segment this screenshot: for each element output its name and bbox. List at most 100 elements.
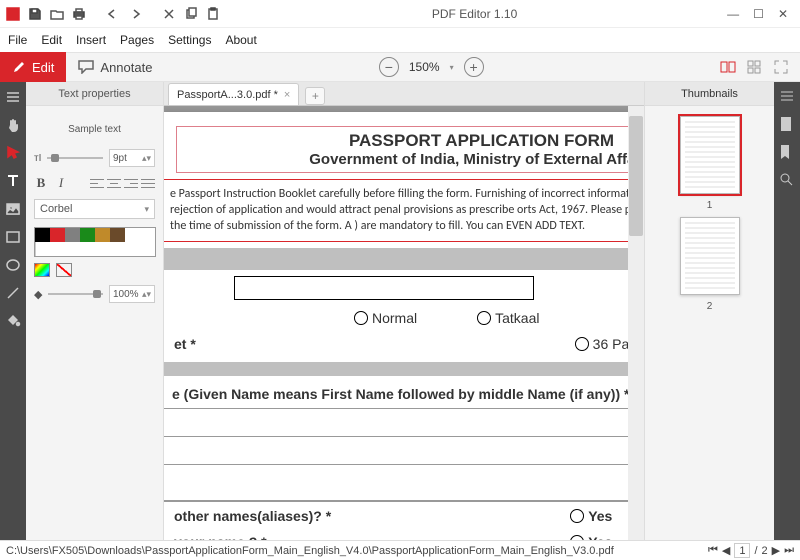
bold-button[interactable]: B: [34, 175, 48, 191]
add-tab-button[interactable]: +: [305, 87, 325, 105]
swatch[interactable]: [125, 242, 140, 256]
close-window-icon[interactable]: ✕: [778, 7, 788, 21]
menu-insert[interactable]: Insert: [76, 33, 106, 47]
hand-tool-icon[interactable]: [4, 116, 22, 134]
doc-title2: Government of India, Ministry of Externa…: [177, 151, 644, 168]
thumbnail-page-2[interactable]: [680, 217, 740, 295]
swatch[interactable]: [125, 228, 140, 242]
swatch[interactable]: [80, 242, 95, 256]
align-justify-icon[interactable]: [141, 177, 155, 189]
title-bar: PDF Editor 1.10 — ☐ ✕: [0, 0, 800, 28]
menu-toggle-icon[interactable]: [4, 88, 22, 106]
annotate-mode-button[interactable]: Annotate: [66, 60, 164, 75]
edit-mode-button[interactable]: Edit: [0, 52, 66, 82]
align-center-icon[interactable]: [107, 177, 121, 189]
page-prev-icon[interactable]: ◀: [722, 544, 730, 557]
zoom-out-button[interactable]: −: [379, 57, 399, 77]
color-picker-icon[interactable]: [34, 263, 50, 277]
form-input-line[interactable]: [164, 437, 644, 465]
vertical-scrollbar[interactable]: [628, 106, 644, 540]
thumbnail-page-1[interactable]: [680, 116, 740, 194]
minimize-icon[interactable]: —: [727, 7, 739, 21]
right-menu-icon[interactable]: [779, 88, 795, 104]
maximize-icon[interactable]: ☐: [753, 7, 764, 21]
bookmarks-icon[interactable]: [779, 144, 795, 160]
swatch[interactable]: [110, 228, 125, 242]
radio-normal[interactable]: Normal: [354, 310, 417, 326]
page-number-input[interactable]: 1: [734, 543, 750, 558]
image-tool-icon[interactable]: [4, 200, 22, 218]
radio-change-yes[interactable]: Yes: [570, 534, 612, 540]
page-next-icon[interactable]: ▶: [772, 544, 780, 557]
swatch[interactable]: [80, 228, 95, 242]
print-icon[interactable]: [70, 5, 88, 23]
copy-icon[interactable]: [182, 5, 200, 23]
redo-icon[interactable]: [126, 5, 144, 23]
main-area: Text properties Sample text ᴛI 9pt▴▾ B I…: [0, 82, 800, 540]
canvas-area: PassportA...3.0.pdf * × + PASSPORT APPLI…: [164, 82, 644, 540]
swatch[interactable]: [50, 228, 65, 242]
fontsize-slider[interactable]: [47, 157, 103, 159]
tab-label: PassportA...3.0.pdf *: [177, 89, 278, 101]
ellipse-tool-icon[interactable]: [4, 256, 22, 274]
form-input-line[interactable]: [164, 465, 644, 501]
tab-active[interactable]: PassportA...3.0.pdf * ×: [168, 83, 299, 105]
swatch[interactable]: [95, 228, 110, 242]
swatch[interactable]: [35, 242, 50, 256]
menu-file[interactable]: File: [8, 33, 27, 47]
save-icon[interactable]: [26, 5, 44, 23]
paste-icon[interactable]: [204, 5, 222, 23]
fill-tool-icon[interactable]: [4, 312, 22, 330]
menu-settings[interactable]: Settings: [168, 33, 211, 47]
swatch[interactable]: [65, 242, 80, 256]
fontsize-input[interactable]: 9pt▴▾: [109, 149, 155, 167]
no-color-icon[interactable]: [56, 263, 72, 277]
properties-header: Text properties: [26, 82, 163, 106]
select-tool-icon[interactable]: [4, 144, 22, 162]
document-canvas[interactable]: PASSPORT APPLICATION FORM Government of …: [164, 106, 644, 540]
font-select[interactable]: Corbel▾: [34, 199, 155, 219]
form-textbox[interactable]: [234, 276, 534, 300]
radio-tatkaal[interactable]: Tatkaal: [477, 310, 539, 326]
swatch[interactable]: [65, 228, 80, 242]
menu-edit[interactable]: Edit: [41, 33, 62, 47]
swatch[interactable]: [95, 242, 110, 256]
opacity-input[interactable]: 100%▴▾: [109, 285, 155, 303]
app-logo-icon: [4, 5, 22, 23]
opacity-slider[interactable]: [48, 293, 103, 295]
zoom-level[interactable]: 150%: [409, 60, 440, 74]
search-panel-icon[interactable]: [779, 172, 795, 188]
swatch[interactable]: [140, 242, 155, 256]
zoom-in-button[interactable]: +: [464, 57, 484, 77]
swatch[interactable]: [50, 242, 65, 256]
align-left-icon[interactable]: [90, 177, 104, 189]
line-tool-icon[interactable]: [4, 284, 22, 302]
align-right-icon[interactable]: [124, 177, 138, 189]
pages-panel-icon[interactable]: [779, 116, 795, 132]
undo-icon[interactable]: [104, 5, 122, 23]
edit-label: Edit: [32, 60, 54, 75]
radio-alias-yes[interactable]: Yes: [570, 508, 612, 524]
page-first-icon[interactable]: ⏮: [708, 544, 718, 557]
doc-instructions: e Passport Instruction Booklet carefully…: [164, 179, 644, 242]
menu-pages[interactable]: Pages: [120, 33, 154, 47]
swatch[interactable]: [35, 228, 50, 242]
text-tool-icon[interactable]: [4, 172, 22, 190]
swatch[interactable]: [140, 228, 155, 242]
italic-button[interactable]: I: [54, 175, 68, 191]
form-input-line[interactable]: [164, 409, 644, 437]
rect-tool-icon[interactable]: [4, 228, 22, 246]
swatch[interactable]: [110, 242, 125, 256]
tab-close-icon[interactable]: ×: [284, 89, 290, 101]
page-last-icon[interactable]: ⏭: [784, 544, 794, 557]
app-title: PDF Editor 1.10: [222, 7, 727, 21]
open-icon[interactable]: [48, 5, 66, 23]
menu-about[interactable]: About: [225, 33, 256, 47]
view-facing-icon[interactable]: [720, 59, 738, 75]
cut-icon[interactable]: [160, 5, 178, 23]
zoom-dropdown-icon[interactable]: ▾: [450, 63, 454, 72]
annotate-label: Annotate: [100, 60, 152, 75]
thumbnails-panel: Thumbnails 1 2: [644, 82, 774, 540]
fullscreen-icon[interactable]: [772, 59, 790, 75]
view-grid-icon[interactable]: [746, 59, 764, 75]
